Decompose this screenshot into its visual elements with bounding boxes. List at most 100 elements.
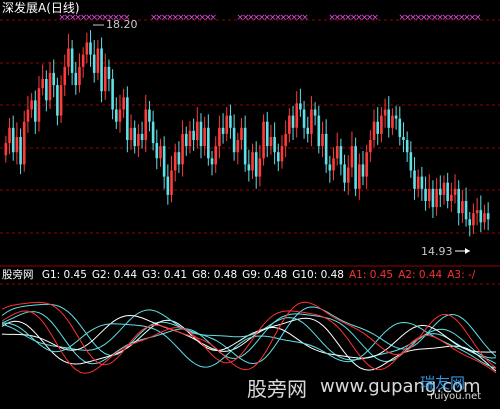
candle-body [19,136,22,165]
candle-body [103,66,107,92]
candle-body [92,54,96,73]
indicator-value: G1: 0.45 [41,269,87,281]
indicator-value: G8: 0.48 [192,269,238,281]
candle-body [122,97,125,110]
candle-body [37,88,41,122]
candle-body [453,188,457,195]
indicator-value: A2: 0.44 [398,269,443,281]
candle-body [299,103,302,110]
candle-body [111,79,114,110]
candle-body [195,121,199,140]
candle-body [30,100,33,110]
candle-body [464,201,468,220]
indicator-value: A1: 0.45 [349,269,394,281]
candle-body [70,48,74,73]
candle-body [207,127,210,159]
candle-body [11,127,15,153]
candle-body [276,152,280,162]
candle-body [114,109,118,122]
candle-body [232,127,236,153]
indicator-value: G2: 0.44 [91,269,137,281]
candle-body [137,133,140,147]
candle-body [361,164,365,177]
marker-x: × [301,13,309,23]
candle-body [184,133,188,147]
candle-body [85,42,89,55]
marker-x: × [474,13,482,23]
candle-body [273,136,276,153]
candle-body [284,133,287,147]
candle-body [475,210,479,214]
candle-body [376,121,380,134]
candle-body [203,127,206,147]
candle-body [420,176,424,189]
candle-body [402,136,405,140]
watermark-brand-url: ruiyou.net [430,391,482,402]
candle-body [22,121,26,165]
indicator-value: G10: 0.48 [292,269,344,281]
candle-body [310,109,313,134]
candle-body [450,194,453,201]
candle-body [346,167,350,183]
candle-body [173,152,177,171]
candle-body [177,152,181,165]
candle-body [479,210,483,223]
candle-body [431,188,435,208]
candle-body [52,72,56,86]
candle-body [159,146,162,159]
indicator-value: A3: -/ [447,269,476,281]
candle-body [129,127,133,140]
candle-body [155,143,159,159]
candle-body [240,127,243,140]
candle-body [383,109,387,116]
candle-body [372,121,376,140]
candle-body [81,54,85,67]
low-pointer-arrowhead [465,248,470,254]
candle-body [41,79,44,89]
candle-body [350,146,354,168]
candle-body [291,115,295,128]
candle-body [461,201,464,214]
marker-x: × [371,13,379,23]
candle-body [280,146,284,162]
low-price-label: 14.93 [421,245,453,258]
candle-body [328,164,332,171]
candle-body [306,127,310,134]
candle-body [151,121,155,144]
candle-body [218,127,221,147]
candle-body [251,152,254,171]
chart-canvas: ××××××××××××× ×××××××××××× ××××××××××××× ××… [0,13,500,374]
candle-body [221,127,225,134]
candle-body [265,121,269,147]
candle-body [4,143,8,156]
candle-body [398,118,402,137]
candle-body [133,127,137,147]
candle-body [424,188,427,201]
candle-body [442,182,446,195]
candle-body [243,127,247,165]
candle-body [144,109,148,140]
candle-body [15,136,19,153]
candle-body [247,164,251,171]
candle-body [357,164,361,189]
candle-body [188,130,192,147]
candle-body [258,158,262,177]
candle-body [332,158,335,171]
candle-body [387,109,391,128]
candle-body [317,115,321,147]
candle-body [483,213,486,223]
candle-body [126,97,129,140]
candle-body [78,66,81,86]
candle-body [8,127,11,144]
candle-body [33,100,37,122]
chart-title: 深发展A(日线) [2,1,80,15]
candle-body [59,85,63,116]
candle-body [48,72,52,101]
watermark-left: 股旁网 [247,377,307,401]
candle-body [486,213,490,220]
indicator-value: G3: 0.41 [142,269,188,281]
high-price-label: 18.20 [106,18,138,31]
candle-body [26,109,30,122]
indicator-header: 股旁网 G1: 0.45 G2: 0.44 G3: 0.41 G8: 0.48 G9: … [2,268,480,282]
candle-body [409,152,413,171]
